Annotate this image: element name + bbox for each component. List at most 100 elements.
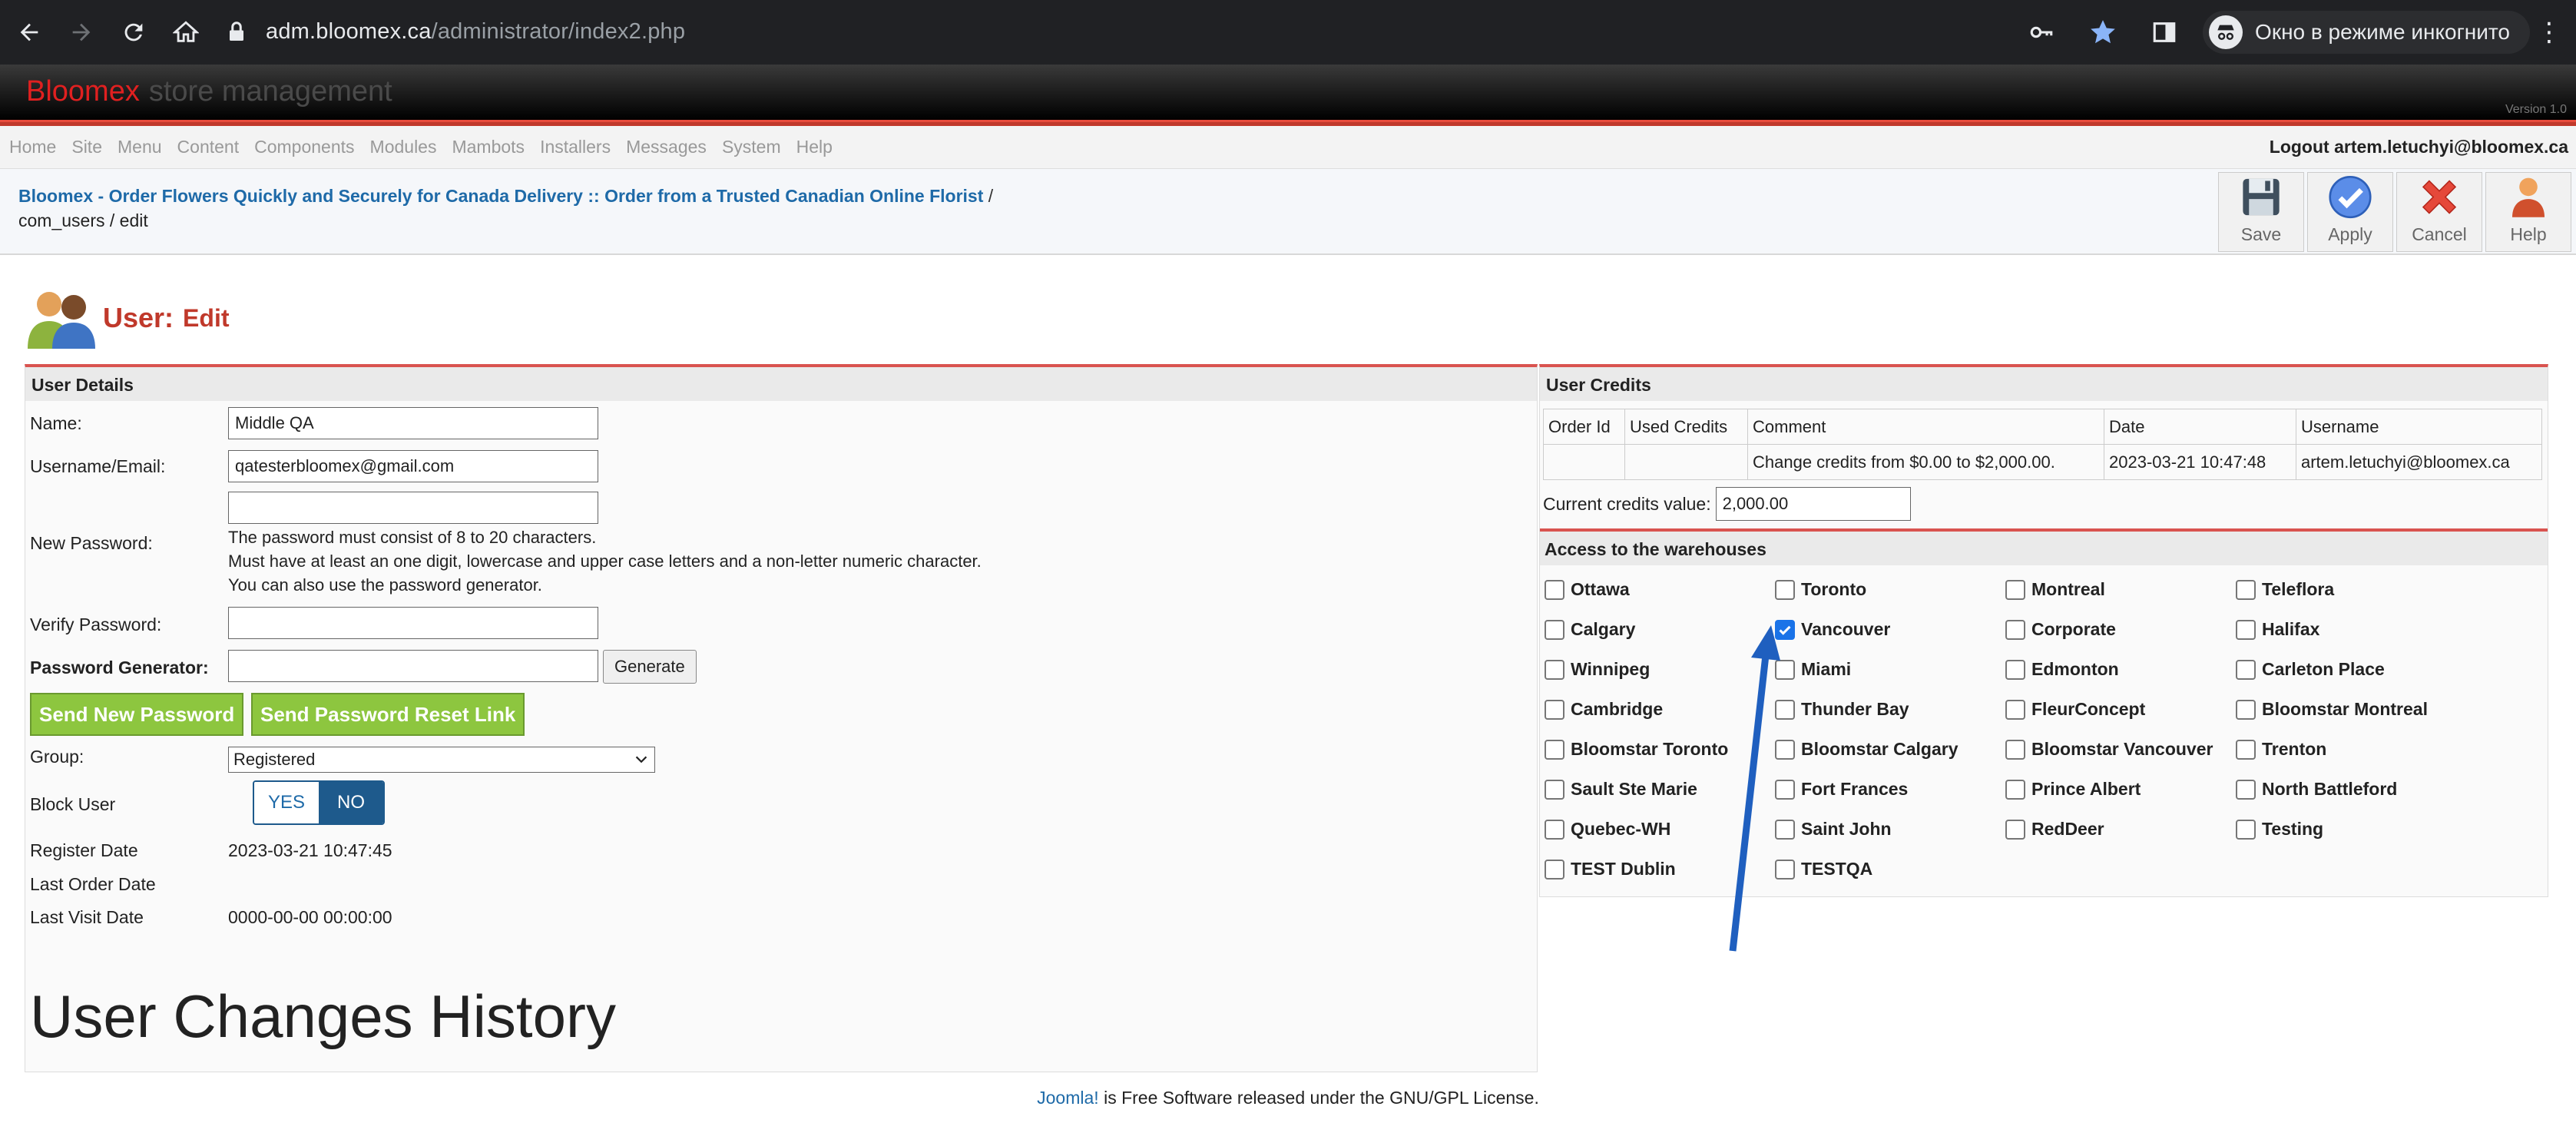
floppy-disk-icon	[2243, 178, 2280, 216]
key-icon	[2030, 26, 2053, 38]
warehouse-checkbox[interactable]	[2005, 819, 2025, 840]
version-label: Version 1.0	[2505, 103, 2567, 116]
menu-menu[interactable]: Menu	[118, 137, 162, 157]
breadcrumb-site-link[interactable]: Bloomex - Order Flowers Quickly and Secu…	[18, 186, 983, 206]
warehouse-checkbox[interactable]	[1545, 819, 1564, 840]
warehouse-checkbox[interactable]	[1545, 579, 1564, 600]
browser-menu-button[interactable]: ⋮	[2530, 17, 2568, 48]
warehouse-checkbox[interactable]	[1545, 699, 1564, 720]
warehouse-checkbox[interactable]	[2005, 699, 2025, 720]
warehouse-bloomstar-vancouver[interactable]: Bloomstar Vancouver	[2005, 739, 2213, 760]
warehouse-checkbox[interactable]	[1545, 659, 1564, 680]
menu-modules[interactable]: Modules	[370, 137, 437, 157]
menu-mambots[interactable]: Mambots	[452, 137, 525, 157]
warehouse-checkbox[interactable]	[2236, 579, 2256, 600]
warehouse-testing[interactable]: Testing	[2236, 819, 2323, 840]
warehouse-fleurconcept[interactable]: FleurConcept	[2005, 699, 2145, 720]
menu-installers[interactable]: Installers	[540, 137, 611, 157]
password-generator-field[interactable]	[228, 650, 598, 682]
warehouse-saint-john[interactable]: Saint John	[1775, 819, 1892, 840]
warehouse-checkbox[interactable]	[2005, 579, 2025, 600]
menu-messages[interactable]: Messages	[626, 137, 707, 157]
menu-content[interactable]: Content	[177, 137, 240, 157]
warehouse-checkbox[interactable]	[2236, 619, 2256, 640]
warehouse-checkbox[interactable]	[2236, 659, 2256, 680]
warehouse-thunder-bay[interactable]: Thunder Bay	[1775, 699, 1909, 720]
block-yes-option[interactable]: YES	[254, 782, 319, 823]
warehouse-checkbox[interactable]	[2005, 659, 2025, 680]
joomla-link[interactable]: Joomla!	[1037, 1088, 1099, 1108]
warehouse-cambridge[interactable]: Cambridge	[1545, 699, 1663, 720]
menu-home[interactable]: Home	[9, 137, 56, 157]
side-panel-button[interactable]	[2147, 15, 2181, 49]
warehouse-checkbox[interactable]	[2005, 739, 2025, 760]
warehouse-checkbox[interactable]	[1775, 579, 1795, 600]
generate-button[interactable]: Generate	[603, 650, 697, 684]
forward-button[interactable]	[58, 9, 104, 55]
warehouse-checkbox[interactable]	[1545, 619, 1564, 640]
bookmark-button[interactable]	[2086, 15, 2120, 49]
warehouse-trenton[interactable]: Trenton	[2236, 739, 2326, 760]
verify-password-field[interactable]	[228, 607, 598, 639]
warehouse-corporate[interactable]: Corporate	[2005, 619, 2116, 640]
send-reset-link-button[interactable]: Send Password Reset Link	[251, 693, 525, 736]
warehouse-checkbox[interactable]	[1545, 739, 1564, 760]
warehouse-testqa[interactable]: TESTQA	[1775, 859, 1872, 880]
warehouse-checkbox[interactable]	[1545, 859, 1564, 880]
warehouse-bloomstar-montreal[interactable]: Bloomstar Montreal	[2236, 699, 2428, 720]
banner-divider	[0, 120, 2576, 126]
warehouse-prince-albert[interactable]: Prince Albert	[2005, 779, 2141, 800]
user-details-panel: User Details Name: Middle QA Username/Em…	[25, 364, 1538, 1072]
warehouse-teleflora[interactable]: Teleflora	[2236, 579, 2334, 600]
apply-button[interactable]: Apply	[2307, 172, 2393, 252]
warehouse-reddeer[interactable]: RedDeer	[2005, 819, 2104, 840]
warehouse-bloomstar-calgary[interactable]: Bloomstar Calgary	[1775, 739, 1958, 760]
menu-site[interactable]: Site	[71, 137, 102, 157]
warehouse-carleton-place[interactable]: Carleton Place	[2236, 659, 2385, 680]
back-button[interactable]	[6, 9, 52, 55]
warehouse-bloomstar-toronto[interactable]: Bloomstar Toronto	[1545, 739, 1728, 760]
warehouse-checkbox[interactable]	[2236, 819, 2256, 840]
new-password-field[interactable]	[228, 492, 598, 524]
warehouse-edmonton[interactable]: Edmonton	[2005, 659, 2119, 680]
warehouse-quebec-wh[interactable]: Quebec-WH	[1545, 819, 1670, 840]
warehouse-halifax[interactable]: Halifax	[2236, 619, 2319, 640]
address-bar[interactable]: adm.bloomex.ca/administrator/index2.php	[215, 6, 1982, 57]
group-label: Group:	[30, 747, 84, 767]
warehouse-checkbox[interactable]	[2005, 619, 2025, 640]
warehouse-vancouver[interactable]: Vancouver	[1775, 619, 1890, 640]
help-button[interactable]: Help	[2485, 172, 2571, 252]
breadcrumb-sub: com_users / edit	[18, 210, 148, 230]
warehouse-checkbox[interactable]	[2236, 779, 2256, 800]
warehouse-calgary[interactable]: Calgary	[1545, 619, 1635, 640]
send-new-password-button[interactable]: Send New Password	[30, 693, 244, 736]
warehouse-ottawa[interactable]: Ottawa	[1545, 579, 1630, 600]
home-button[interactable]	[163, 9, 209, 55]
current-credits-field[interactable]: 2,000.00	[1715, 487, 1911, 521]
warehouse-fort-frances[interactable]: Fort Frances	[1775, 779, 1908, 800]
reload-button[interactable]	[111, 9, 157, 55]
group-select[interactable]: Registered	[228, 747, 655, 773]
warehouse-checkbox[interactable]	[2236, 699, 2256, 720]
warehouse-north-battleford[interactable]: North Battleford	[2236, 779, 2397, 800]
warehouse-checkbox[interactable]	[2005, 779, 2025, 800]
menu-help[interactable]: Help	[796, 137, 833, 157]
logout-link[interactable]: Logout artem.letuchyi@bloomex.ca	[2270, 137, 2568, 157]
warehouse-toronto[interactable]: Toronto	[1775, 579, 1866, 600]
cancel-button[interactable]: Cancel	[2396, 172, 2482, 252]
warehouse-checkbox[interactable]	[2236, 739, 2256, 760]
menu-components[interactable]: Components	[254, 137, 354, 157]
block-no-option[interactable]: NO	[319, 782, 383, 823]
warehouse-winnipeg[interactable]: Winnipeg	[1545, 659, 1650, 680]
key-button[interactable]	[2025, 15, 2058, 49]
menu-system[interactable]: System	[722, 137, 781, 157]
name-field[interactable]: Middle QA	[228, 407, 598, 439]
warehouse-checkbox[interactable]	[1545, 779, 1564, 800]
save-button[interactable]: Save	[2218, 172, 2304, 252]
warehouse-test-dublin[interactable]: TEST Dublin	[1545, 859, 1676, 880]
username-field[interactable]: qatesterbloomex@gmail.com	[228, 450, 598, 482]
warehouse-sault-ste-marie[interactable]: Sault Ste Marie	[1545, 779, 1697, 800]
incognito-badge[interactable]: Окно в режиме инкогнито	[2203, 11, 2530, 54]
warehouse-montreal[interactable]: Montreal	[2005, 579, 2105, 600]
warehouse-miami[interactable]: Miami	[1775, 659, 1851, 680]
